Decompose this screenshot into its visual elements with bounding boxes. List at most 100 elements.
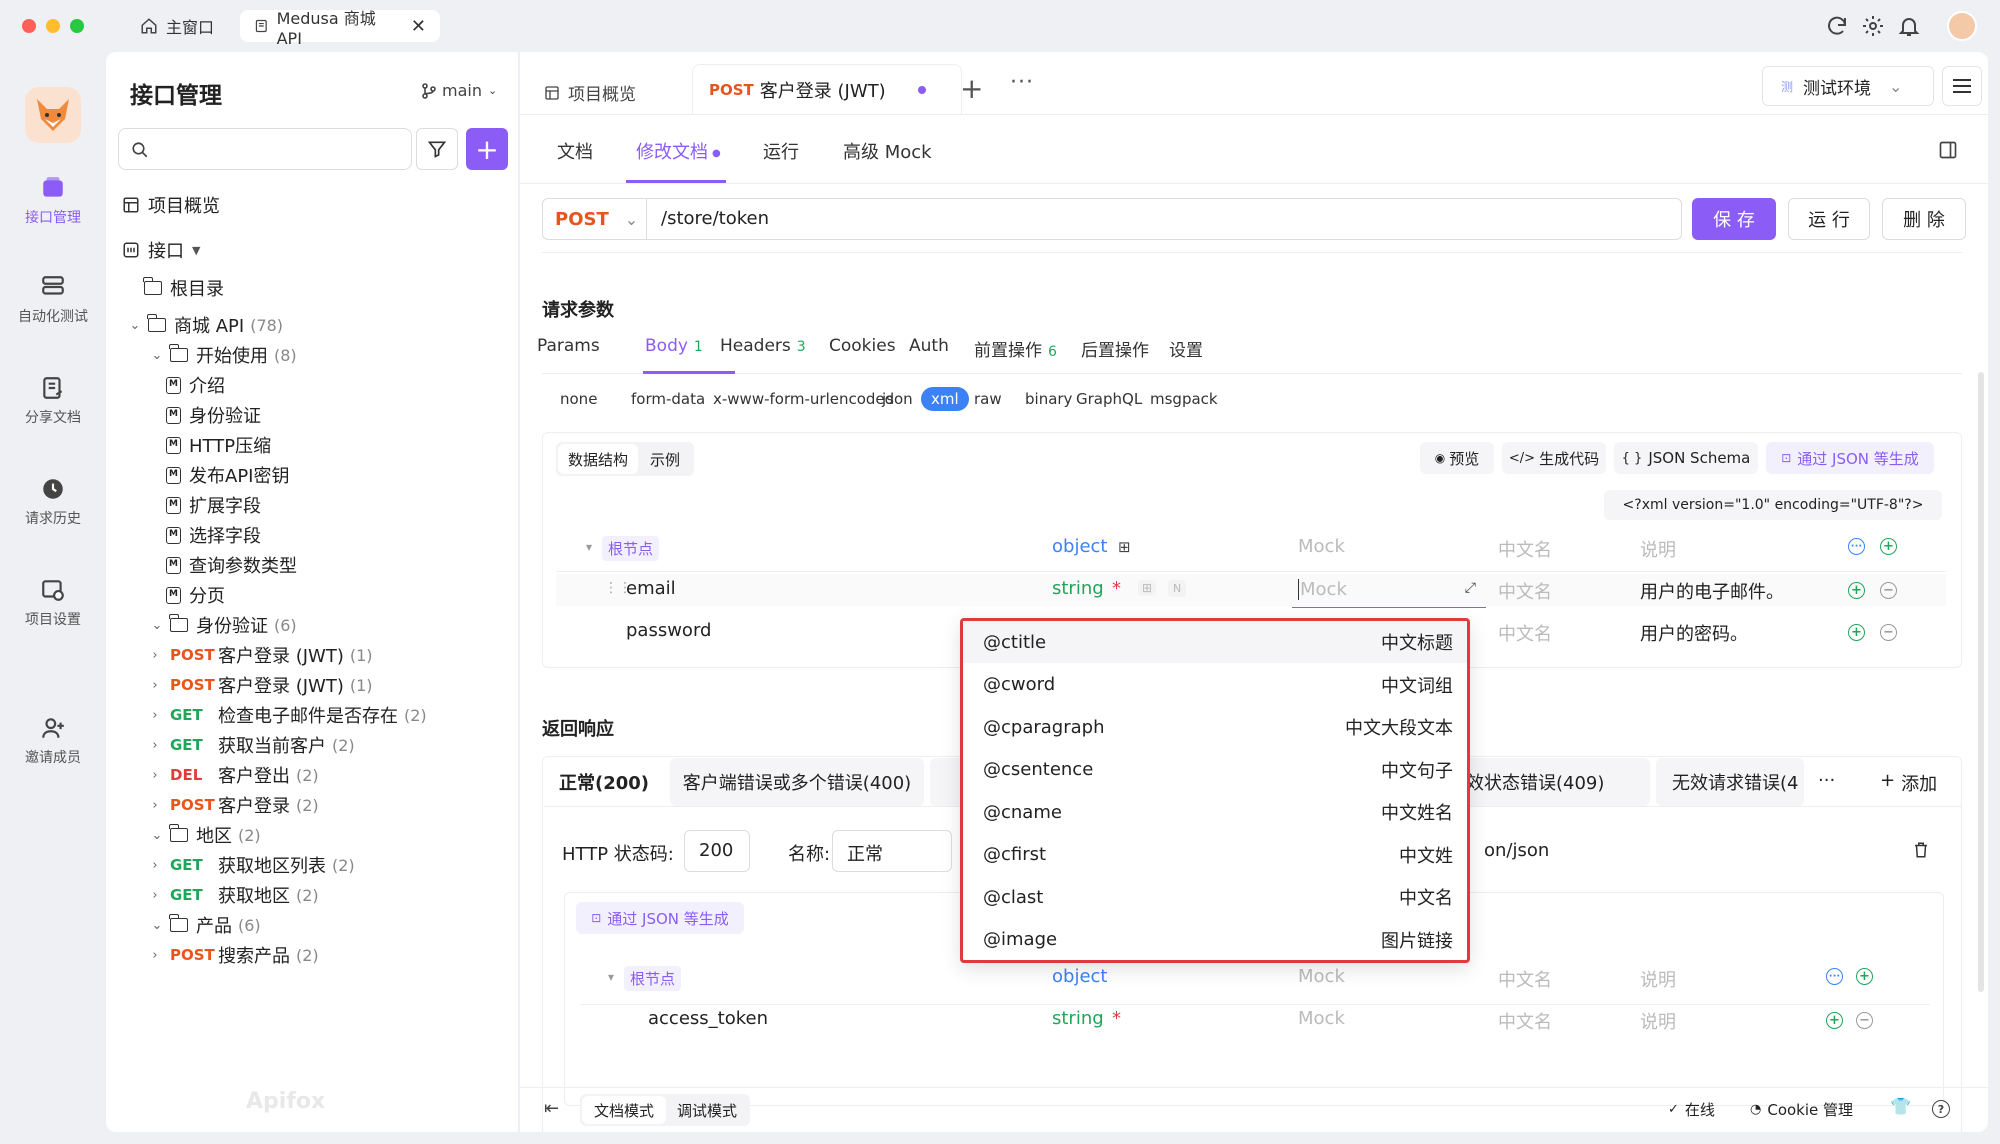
rail-item-api-management[interactable]: 接口管理 [0,175,106,227]
body-type-x-www-form-urlencoded[interactable]: x-www-form-urlencoded [713,390,894,408]
doc-mode-tab[interactable]: 文档模式 [582,1096,666,1124]
body-type-binary[interactable]: binary [1025,390,1072,408]
rail-item-history[interactable]: 请求历史 [0,476,106,528]
api-tree-item[interactable]: › DEL 客户登出 (2) [146,758,318,792]
tab-edit-docs[interactable]: 修改文档 ● [636,138,721,164]
data-structure-tab[interactable]: 数据结构 [558,444,638,474]
help-icon[interactable]: ? [1932,1100,1950,1118]
chevron-right-icon[interactable]: › [146,708,164,723]
collapse-caret-icon[interactable]: ▾ [586,540,592,554]
params-tab-前置操作[interactable]: 前置操作 6 [974,336,1057,361]
folder-tree-item[interactable]: ⌄ 身份验证 (6) [148,608,297,642]
more-tabs-icon[interactable]: ··· [1010,70,1034,95]
root-desc-field[interactable]: 说明 [1640,536,1676,562]
params-tab-params[interactable]: Params [537,336,600,356]
mock-suggestion-item[interactable]: @cword 中文词组 [983,664,1453,706]
chevron-right-icon[interactable]: › [146,768,164,783]
remove-row-icon[interactable]: − [1880,582,1897,599]
close-window-button[interactable] [22,19,36,33]
minimize-window-button[interactable] [46,19,60,33]
chevron-down-icon[interactable]: ⌄ [148,918,166,933]
branch-selector[interactable]: main ⌄ [422,81,497,100]
root-type[interactable]: object [1052,536,1107,557]
api-tree-item[interactable]: › GET 获取地区 (2) [146,878,318,912]
sidebar-item-overview[interactable]: 项目概览 [122,188,220,222]
folder-tree-item[interactable]: ⌄ 商城 API (78) [126,308,283,342]
add-child-icon[interactable]: + [1880,538,1897,555]
params-tab-cookies[interactable]: Cookies [829,336,896,356]
chevron-down-icon[interactable]: ⌄ [126,318,144,333]
http-status-input[interactable]: 200 [684,830,750,872]
body-type-graphql[interactable]: GraphQL [1076,390,1142,408]
expand-icon[interactable]: ⤢ [1465,580,1476,596]
response-name-input[interactable]: 正常 [832,830,952,872]
response-tab-200[interactable]: 正常(200) [544,758,664,806]
document-window-tab[interactable]: Medusa 商城 API ✕ [240,9,440,48]
sidebar-item-root-dir[interactable]: 根目录 [143,271,224,305]
tab-active-api[interactable]: POST 客户登录 (JWT) [692,64,962,114]
response-tab-400[interactable]: 客户端错误或多个错误(400) [670,758,924,806]
layout-panel-icon[interactable] [1938,140,1958,160]
example-tab[interactable]: 示例 [640,444,690,474]
delete-button[interactable]: 删 除 [1882,198,1966,240]
debug-mode-tab[interactable]: 调试模式 [666,1096,748,1124]
mock-suggestion-item[interactable]: @csentence 中文句子 [983,749,1453,791]
project-logo[interactable] [25,87,81,143]
link-icon[interactable]: ⊞ [1118,538,1131,556]
body-type-form-data[interactable]: form-data [631,390,705,408]
response-root-mock[interactable]: Mock [1298,966,1345,987]
chevron-right-icon[interactable]: › [146,738,164,753]
cookie-manager-button[interactable]: ◔ Cookie 管理 [1750,1099,1853,1120]
method-select[interactable]: POST ⌄ [543,199,647,239]
link-toggle-icon[interactable]: ⊞ [1138,580,1157,596]
params-tab-auth[interactable]: Auth [909,336,949,356]
user-avatar[interactable] [1947,11,1977,41]
mock-suggestion-item[interactable]: @cfirst 中文姓 [983,834,1453,876]
response-tab-422[interactable]: 无效请求错误(4 [1656,758,1804,806]
sidebar-search-input[interactable] [118,128,412,170]
response-field-type[interactable]: string [1052,1008,1104,1029]
remove-row-icon[interactable]: − [1856,1012,1873,1029]
preview-button[interactable]: ◉ 预览 [1420,442,1494,474]
param-type-email[interactable]: string [1052,578,1104,599]
filter-button[interactable] [416,128,458,170]
chevron-right-icon[interactable]: › [146,948,164,963]
doc-tree-item[interactable]: M 查询参数类型 [166,548,297,582]
body-type-json[interactable]: json [882,390,913,408]
response-root-cn[interactable]: 中文名 [1498,966,1552,992]
sidebar-item-api[interactable]: 接口 ▼ [122,233,200,267]
folder-tree-item[interactable]: ⌄ 产品 (6) [148,908,261,942]
tab-advanced-mock[interactable]: 高级 Mock [843,138,932,164]
params-tab-设置[interactable]: 设置 [1169,336,1203,361]
settings-gear-icon[interactable] [1861,14,1885,38]
environment-selector[interactable]: 测 测试环境 ⌄ [1762,66,1934,106]
chevron-right-icon[interactable]: › [146,858,164,873]
api-tree-item[interactable]: › POST 客户登录 (2) [146,788,318,822]
rail-item-invite[interactable]: 邀请成员 [0,715,106,767]
doc-tree-item[interactable]: M 介绍 [166,368,225,402]
run-button[interactable]: 运 行 [1788,198,1870,240]
api-tree-item[interactable]: › GET 获取当前客户 (2) [146,728,354,762]
doc-tree-item[interactable]: M 身份验证 [166,398,261,432]
url-path-input[interactable]: /store/token [661,208,769,229]
add-sibling-icon[interactable]: + [1826,1012,1843,1029]
params-tab-headers[interactable]: Headers 3 [720,336,806,356]
mock-suggestion-item[interactable]: @clast 中文名 [983,876,1453,918]
rail-item-automation[interactable]: 自动化测试 [0,274,106,326]
tab-overview[interactable]: 项目概览 [544,80,636,105]
home-window-tab[interactable]: 主窗口 [140,10,214,42]
chevron-down-icon[interactable]: ⌄ [148,618,166,633]
response-field-desc[interactable]: 说明 [1640,1008,1676,1034]
collapse-sidebar-icon[interactable]: ⇤ [544,1098,559,1119]
chevron-right-icon[interactable]: › [146,648,164,663]
add-sibling-icon[interactable]: + [1848,624,1865,641]
online-status[interactable]: ✓ 在线 [1668,1099,1715,1120]
more-options-icon[interactable]: ··· [1848,538,1865,555]
xml-declaration[interactable]: <?xml version="1.0" encoding="UTF-8"?> [1604,490,1942,520]
remove-row-icon[interactable]: − [1880,624,1897,641]
mock-suggestion-item[interactable]: @image 图片链接 [983,919,1453,961]
more-options-icon[interactable]: ··· [1826,968,1843,985]
email-mock-input[interactable]: Mock ⤢ [1292,574,1486,608]
chevron-right-icon[interactable]: › [146,888,164,903]
email-desc-field[interactable]: 用户的电子邮件。 [1640,578,1784,604]
